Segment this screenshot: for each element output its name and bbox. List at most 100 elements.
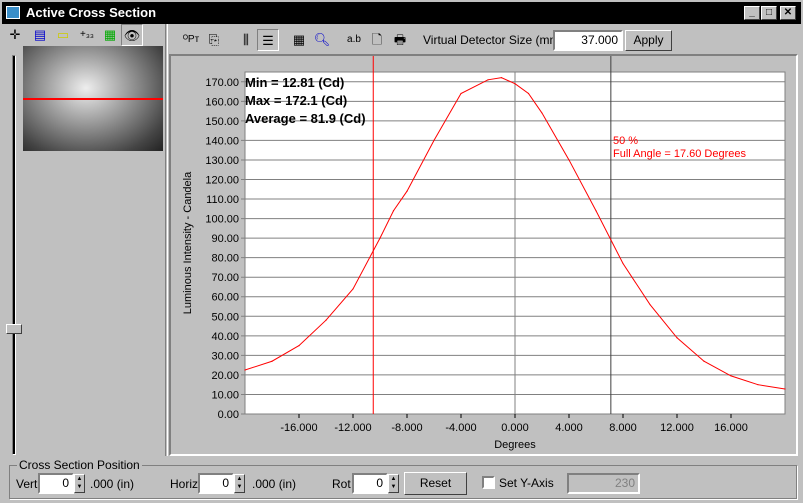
percent-label: 50 % xyxy=(613,135,639,147)
cross-section-line[interactable] xyxy=(23,98,163,100)
eye-icon[interactable]: 👁 xyxy=(121,24,143,46)
coordinate-icon[interactable]: +₃₃ xyxy=(76,24,98,46)
y-tick-label: 70.00 xyxy=(211,272,239,284)
max-stat: Max = 172.1 (Cd) xyxy=(245,93,348,108)
y-tick-label: 60.00 xyxy=(211,292,239,304)
data-point xyxy=(527,92,530,95)
horiz-spinner[interactable]: ▲ ▼ xyxy=(234,474,245,493)
data-point xyxy=(500,77,503,79)
x-tick-label: -8.000 xyxy=(391,422,422,434)
table-icon[interactable]: ▦ xyxy=(288,29,310,51)
group-title: Cross Section Position xyxy=(17,458,142,472)
data-point xyxy=(352,288,354,290)
min-stat: Min = 12.81 (Cd) xyxy=(245,75,345,90)
data-point xyxy=(325,319,327,321)
reset-button[interactable]: Reset xyxy=(404,472,467,495)
data-point xyxy=(392,210,395,212)
average-stat: Average = 81.9 (Cd) xyxy=(245,111,366,126)
horiz-unit: .000 (in) xyxy=(252,477,297,491)
vertical-grid-icon[interactable]: ⫼ xyxy=(235,29,257,51)
set-y-axis-label: Set Y-Axis xyxy=(499,476,554,490)
detector-image xyxy=(23,46,163,151)
y-tick-label: 80.00 xyxy=(211,253,239,265)
copy-icon[interactable]: ⎘ xyxy=(203,29,225,51)
y-tick-label: 30.00 xyxy=(211,350,239,362)
data-point xyxy=(595,210,597,212)
fwhm-annotation: 50 % Full Angle = 17.60 Degrees xyxy=(613,135,746,161)
data-point xyxy=(676,337,678,339)
grid-image-icon[interactable]: ▦ xyxy=(99,24,121,46)
splitter[interactable] xyxy=(165,24,168,456)
y-axis-title: Luminous Intensity - Candela xyxy=(182,171,194,314)
detector-size-label: Virtual Detector Size (mm) xyxy=(423,33,564,47)
minimize-button[interactable]: _ xyxy=(744,6,760,20)
stats-box: Min = 12.81 (Cd) Max = 172.1 (Cd) Averag… xyxy=(245,74,375,128)
horiz-label: Horiz xyxy=(170,477,199,491)
apply-button[interactable]: Apply xyxy=(625,30,672,51)
y-axis-value-input: 230 xyxy=(567,473,640,494)
y-tick-label: 100.00 xyxy=(205,214,239,226)
print-preview-icon[interactable]: 🗋 xyxy=(366,29,388,51)
data-point xyxy=(244,369,246,371)
data-point xyxy=(622,262,624,265)
title-bar: Active Cross Section _ □ ✕ xyxy=(0,0,803,24)
points-icon[interactable]: ᴼPᴛ xyxy=(180,29,202,51)
x-tick-label: -12.000 xyxy=(334,422,371,434)
save-icon[interactable]: ▭ xyxy=(52,24,74,46)
data-point xyxy=(298,345,300,347)
data-point xyxy=(406,190,408,192)
x-tick-label: 8.000 xyxy=(609,422,637,434)
vert-input[interactable]: 0 xyxy=(38,473,74,494)
data-point xyxy=(514,83,516,85)
data-point xyxy=(460,92,462,95)
label-icon[interactable]: a.b xyxy=(343,29,365,51)
maximize-button[interactable]: □ xyxy=(761,6,777,20)
data-point xyxy=(784,388,786,390)
y-tick-label: 20.00 xyxy=(211,370,239,382)
y-tick-label: 0.00 xyxy=(218,409,239,421)
rot-spinner[interactable]: ▲ ▼ xyxy=(388,474,399,493)
data-point xyxy=(271,360,273,362)
y-tick-label: 90.00 xyxy=(211,233,239,245)
y-tick-label: 120.00 xyxy=(205,174,239,186)
vert-spinner[interactable]: ▲ ▼ xyxy=(74,474,85,493)
x-tick-label: 16.000 xyxy=(714,422,748,434)
data-point xyxy=(541,112,543,114)
y-tick-label: 130.00 xyxy=(205,155,239,167)
x-tick-label: 12.000 xyxy=(660,422,694,434)
y-tick-label: 150.00 xyxy=(205,116,239,128)
y-tick-label: 40.00 xyxy=(211,331,239,343)
data-point xyxy=(703,360,705,362)
app-icon xyxy=(6,6,20,19)
y-tick-label: 170.00 xyxy=(205,77,239,89)
x-axis-title: Degrees xyxy=(494,439,536,451)
y-tick-label: 10.00 xyxy=(211,389,239,401)
data-point xyxy=(487,79,489,81)
y-tick-label: 160.00 xyxy=(205,96,239,108)
horizontal-grid-icon[interactable]: ☰ xyxy=(257,29,279,51)
full-angle-label: Full Angle = 17.60 Degrees xyxy=(613,148,747,160)
x-tick-label: -4.000 xyxy=(445,422,476,434)
zoom-icon[interactable]: 🔍︎ xyxy=(311,29,333,51)
crosshair-icon[interactable]: ✛ xyxy=(4,24,26,46)
data-point xyxy=(568,159,570,161)
print-icon[interactable]: 🖶 xyxy=(389,29,411,51)
rot-label: Rot xyxy=(332,477,351,491)
set-y-axis-checkbox[interactable] xyxy=(482,476,495,489)
data-point xyxy=(757,384,759,386)
rot-input[interactable]: 0 xyxy=(352,473,388,494)
horiz-input[interactable]: 0 xyxy=(198,473,234,494)
y-tick-label: 50.00 xyxy=(211,311,239,323)
vertical-slider-thumb[interactable] xyxy=(6,324,22,334)
x-tick-label: 0.000 xyxy=(501,422,529,434)
vertical-slider-track[interactable] xyxy=(12,55,16,455)
x-tick-label: 4.000 xyxy=(555,422,583,434)
detector-size-input[interactable]: 37.000 xyxy=(553,30,623,51)
close-button[interactable]: ✕ xyxy=(780,6,796,20)
data-point xyxy=(730,375,732,377)
y-tick-label: 110.00 xyxy=(206,194,239,206)
data-point xyxy=(433,139,435,141)
window-title: Active Cross Section xyxy=(26,5,157,20)
film-icon[interactable]: ▤ xyxy=(29,24,51,46)
data-point xyxy=(649,303,651,306)
